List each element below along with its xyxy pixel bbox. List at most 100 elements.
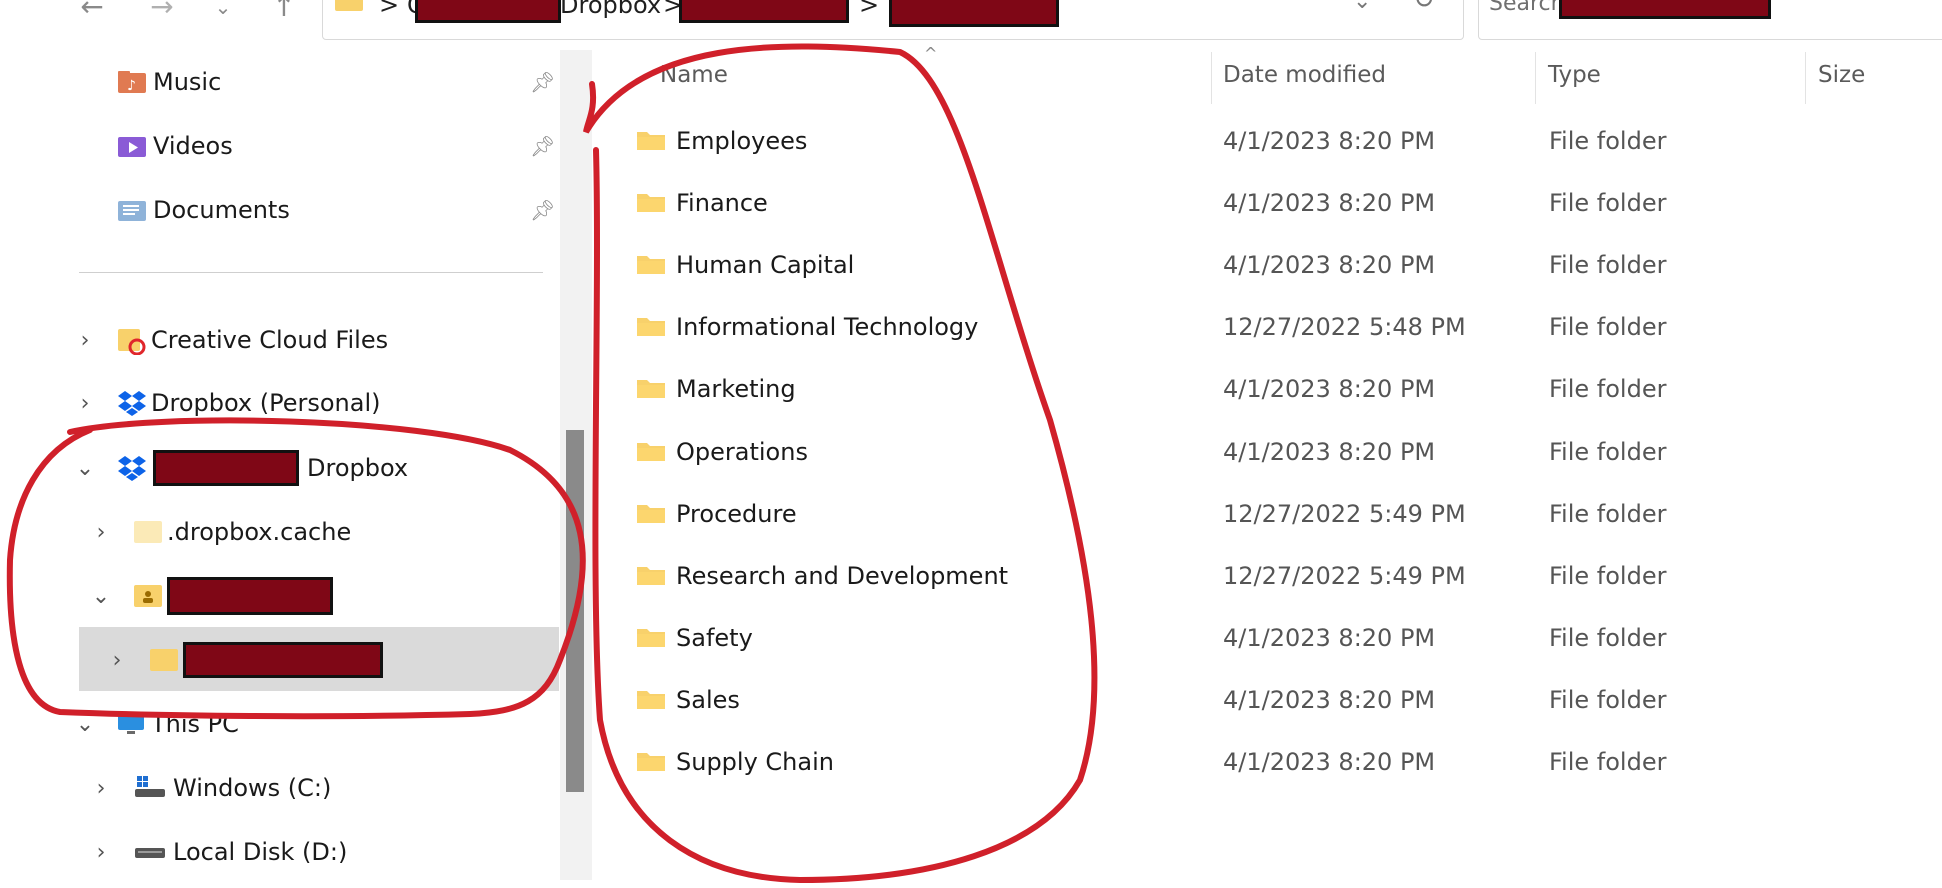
chevron-right-icon[interactable]: › (91, 776, 111, 801)
file-row[interactable]: Research and Development 12/27/2022 5:49… (632, 548, 1942, 610)
sidebar-item-dropbox-personal[interactable]: › Dropbox (Personal) (75, 379, 555, 427)
sidebar-item-dropbox-team[interactable]: ⌄ Dropbox (75, 444, 555, 492)
recent-chevron-down-icon[interactable]: ⌄ (203, 0, 243, 18)
chevron-down-icon[interactable]: ⌄ (91, 584, 111, 609)
file-row[interactable]: Procedure 12/27/2022 5:49 PM File folder (632, 486, 1942, 548)
shared-folder-icon (134, 585, 162, 607)
file-row[interactable]: Employees 4/1/2023 8:20 PM File folder (632, 113, 1942, 175)
dropbox-icon (118, 456, 146, 481)
back-arrow-icon[interactable]: ← (72, 0, 112, 21)
sidebar-item-label: Music (153, 68, 222, 96)
file-row[interactable]: Informational Technology 12/27/2022 5:48… (632, 299, 1942, 361)
sidebar-item-label: Dropbox (307, 454, 409, 482)
breadcrumb-dropbox[interactable]: Dropbox (560, 0, 661, 19)
column-header-name[interactable]: Name (660, 62, 728, 88)
system-drive-icon (135, 776, 165, 797)
sidebar-scrollbar-thumb[interactable] (566, 430, 584, 792)
chevron-right-icon[interactable]: › (107, 648, 127, 673)
sidebar-item-selected-folder[interactable]: › (107, 636, 547, 684)
address-bar[interactable]: > C Dropbox > > ⌄ ↻ (322, 0, 1464, 40)
music-folder-icon: ♪ (118, 71, 146, 94)
sidebar-item-videos[interactable]: Videos 📌︎ (117, 122, 557, 170)
chevron-right-icon[interactable]: › (75, 328, 95, 353)
sidebar-item-dropbox-cache[interactable]: › .dropbox.cache (91, 508, 551, 556)
file-row[interactable]: Operations 4/1/2023 8:20 PM File folder (632, 424, 1942, 486)
redacted-team-name (153, 450, 299, 486)
chevron-right-icon[interactable]: › (75, 391, 95, 416)
sidebar-item-music[interactable]: ♪ Music 📌︎ (117, 58, 557, 106)
refresh-icon[interactable]: ↻ (1413, 0, 1435, 15)
forward-arrow-icon[interactable]: → (142, 0, 182, 21)
folder-icon (637, 753, 665, 771)
file-type: File folder (1549, 562, 1667, 590)
sidebar-item-creative-cloud[interactable]: › Creative Cloud Files (75, 316, 555, 364)
chevron-down-icon[interactable]: ⌄ (75, 456, 95, 481)
redacted-folder-name (167, 577, 333, 615)
file-date: 12/27/2022 5:49 PM (1223, 500, 1466, 528)
redacted-breadcrumb (889, 0, 1059, 27)
chevron-down-icon[interactable]: ⌄ (75, 712, 95, 737)
sidebar-item-label: This PC (151, 710, 239, 738)
pin-icon[interactable]: 📌︎ (530, 70, 555, 94)
file-type: File folder (1549, 375, 1667, 403)
file-date: 4/1/2023 8:20 PM (1223, 624, 1436, 652)
file-type: File folder (1549, 189, 1667, 217)
search-box[interactable]: Search (1478, 0, 1942, 40)
file-name: Safety (676, 624, 753, 652)
file-type: File folder (1549, 251, 1667, 279)
column-header-type[interactable]: Type (1548, 62, 1601, 88)
file-row[interactable]: Sales 4/1/2023 8:20 PM File folder (632, 672, 1942, 734)
sidebar-item-label: Local Disk (D:) (173, 838, 348, 866)
folder-icon (637, 629, 665, 647)
sidebar-item-windows-c[interactable]: › Windows (C:) (91, 764, 551, 812)
sidebar-item-label: .dropbox.cache (167, 518, 352, 546)
file-row[interactable]: Supply Chain 4/1/2023 8:20 PM File folde… (632, 734, 1942, 796)
folder-icon (637, 691, 665, 709)
sidebar-item-team-folder[interactable]: ⌄ (91, 572, 551, 620)
column-divider[interactable] (1535, 52, 1536, 104)
file-type: File folder (1549, 438, 1667, 466)
file-date: 4/1/2023 8:20 PM (1223, 375, 1436, 403)
folder-icon (637, 194, 665, 212)
file-date: 12/27/2022 5:49 PM (1223, 562, 1466, 590)
documents-folder-icon (118, 201, 146, 221)
chevron-right-icon[interactable]: › (91, 840, 111, 865)
pin-icon[interactable]: 📌︎ (530, 134, 555, 158)
address-dropdown-chevron-icon[interactable]: ⌄ (1353, 0, 1371, 14)
file-row[interactable]: Marketing 4/1/2023 8:20 PM File folder (632, 361, 1942, 423)
up-arrow-icon[interactable]: ↑ (264, 0, 304, 21)
file-type: File folder (1549, 686, 1667, 714)
sidebar-item-label: Videos (153, 132, 233, 160)
column-header-size[interactable]: Size (1818, 62, 1865, 88)
redacted-breadcrumb (679, 0, 849, 23)
file-name: Supply Chain (676, 748, 834, 776)
file-row[interactable]: Finance 4/1/2023 8:20 PM File folder (632, 175, 1942, 237)
folder-icon (637, 318, 665, 336)
chevron-right-icon[interactable]: › (91, 520, 111, 545)
sidebar-item-local-disk-d[interactable]: › Local Disk (D:) (91, 828, 551, 876)
sidebar-item-label: Creative Cloud Files (151, 326, 389, 354)
computer-icon (118, 713, 144, 734)
file-date: 4/1/2023 8:20 PM (1223, 189, 1436, 217)
sidebar-item-documents[interactable]: Documents 📌︎ (117, 186, 557, 234)
file-row[interactable]: Human Capital 4/1/2023 8:20 PM File fold… (632, 237, 1942, 299)
file-type: File folder (1549, 313, 1667, 341)
search-placeholder: Search (1489, 0, 1565, 16)
file-name: Employees (676, 127, 808, 155)
pin-icon[interactable]: 📌︎ (530, 198, 555, 222)
column-divider[interactable] (1211, 52, 1212, 104)
file-name: Research and Development (676, 562, 1009, 590)
column-header-date-modified[interactable]: Date modified (1223, 62, 1386, 88)
folder-icon (637, 380, 665, 398)
sidebar-item-this-pc[interactable]: ⌄ This PC (75, 700, 555, 748)
folder-icon (335, 0, 363, 11)
column-divider[interactable] (1805, 52, 1806, 104)
folder-icon (150, 649, 178, 671)
file-date: 4/1/2023 8:20 PM (1223, 748, 1436, 776)
creative-cloud-folder-icon (118, 329, 146, 355)
file-date: 4/1/2023 8:20 PM (1223, 127, 1436, 155)
folder-icon (134, 521, 162, 543)
redacted-breadcrumb (415, 0, 561, 23)
file-row[interactable]: Safety 4/1/2023 8:20 PM File folder (632, 610, 1942, 672)
file-name: Finance (676, 189, 768, 217)
